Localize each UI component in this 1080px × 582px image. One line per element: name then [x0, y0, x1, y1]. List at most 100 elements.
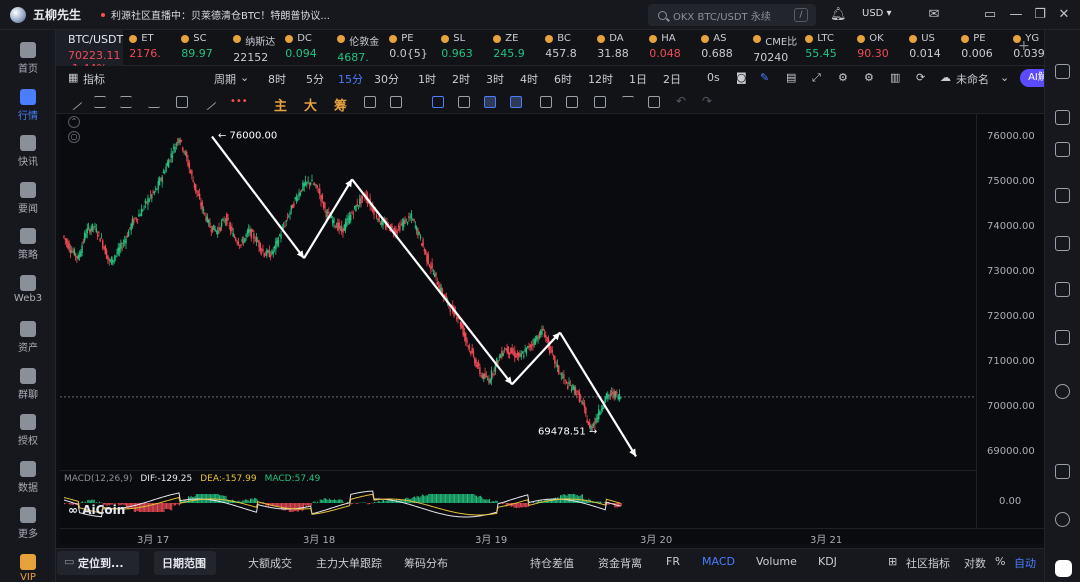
depth-icon[interactable] — [1055, 282, 1070, 297]
timeframe-7[interactable]: 4时 — [520, 71, 538, 87]
calculator-icon[interactable] — [1055, 142, 1070, 157]
bottom-tab-3[interactable]: 持仓差值 — [530, 555, 574, 571]
layout-icon[interactable]: ▤ — [786, 71, 796, 84]
timeframe-2[interactable]: 15分 — [338, 71, 363, 87]
timeframe-10[interactable]: 1日 — [629, 71, 647, 87]
layout-dropdown-icon[interactable]: ⌄ — [1000, 71, 1009, 84]
community-indicator-button[interactable]: 社区指标 — [906, 555, 950, 571]
timeframe-8[interactable]: 6时 — [554, 71, 572, 87]
bottom-tab-0[interactable]: 大额成交 — [248, 555, 292, 571]
close-icon[interactable]: ✕ — [1056, 7, 1072, 23]
settings-icon[interactable]: ⚙ — [838, 71, 848, 84]
percent-scale-button[interactable]: % — [995, 555, 1005, 568]
trendline-tool-icon[interactable] — [65, 93, 83, 111]
bottom-tab-8[interactable]: KDJ — [818, 555, 837, 568]
lock-icon[interactable] — [540, 96, 552, 108]
date-range-button[interactable]: 日期范围 — [162, 555, 206, 571]
watchlist-icon[interactable] — [1055, 64, 1070, 79]
horizontal-line-tool-icon[interactable] — [148, 96, 160, 108]
magnet-icon[interactable] — [364, 96, 376, 108]
sidebar-item-9[interactable]: 数据 — [0, 455, 56, 501]
sidebar-item-10[interactable]: 更多 — [0, 501, 56, 547]
timeframe-3[interactable]: 30分 — [374, 71, 399, 87]
bottom-tab-1[interactable]: 主力大单跟踪 — [316, 555, 382, 571]
ticker-item[interactable]: DA 31.88 — [591, 30, 643, 65]
ticker-item[interactable]: ZE 245.9 — [487, 30, 539, 65]
magic-icon[interactable] — [594, 96, 606, 108]
undo-icon[interactable]: ↶ — [676, 94, 686, 108]
locate-button[interactable]: 定位到... — [78, 555, 124, 571]
fullscreen-icon[interactable]: ⤢ — [812, 71, 821, 85]
community-indicator-icon[interactable]: ⊞ — [888, 555, 897, 568]
refresh-icon[interactable]: ⟳ — [916, 71, 925, 84]
ticker-item[interactable]: SC 89.97 — [175, 30, 227, 65]
grid-layout-icon[interactable]: ▥ — [890, 71, 900, 84]
bottom-tab-4[interactable]: 资金背离 — [598, 555, 642, 571]
period-button[interactable]: 周期 — [214, 71, 236, 87]
minimize-window-icon[interactable]: ▭ — [982, 7, 998, 23]
indicator-icon[interactable]: ▦ — [68, 71, 78, 84]
filter-icon[interactable] — [622, 96, 634, 108]
bottom-tab-2[interactable]: 筹码分布 — [404, 555, 448, 571]
fib-tool-icon[interactable] — [120, 96, 132, 108]
ticker-item[interactable]: BC 457.8 — [539, 30, 591, 65]
ticker-item[interactable]: 伦敦金 4687. — [331, 30, 383, 65]
period-dropdown-icon[interactable]: ⌄ — [240, 71, 249, 84]
sidebar-item-8[interactable]: 授权 — [0, 408, 56, 454]
ticker-main-btc[interactable]: BTC/USDT 70223.11 -1.44% — [56, 30, 124, 75]
delete-icon[interactable] — [648, 96, 660, 108]
timeframe-1[interactable]: 5分 — [306, 71, 324, 87]
bottom-tab-7[interactable]: Volume — [756, 555, 797, 568]
ticker-item[interactable]: DC 0.094 — [279, 30, 331, 65]
ticker-item[interactable]: ET 2176. — [123, 30, 175, 65]
ticker-item[interactable]: CME比 70240 — [747, 30, 799, 65]
timeframe-0[interactable]: 8时 — [268, 71, 286, 87]
bottom-tab-5[interactable]: FR — [666, 555, 680, 568]
multi-draw-icon[interactable] — [510, 96, 522, 108]
orderbook-icon[interactable] — [1055, 110, 1070, 125]
layout-name[interactable]: 未命名 — [956, 71, 989, 87]
sidebar-item-3[interactable]: 要闻 — [0, 176, 56, 222]
timeframe-6[interactable]: 3时 — [486, 71, 504, 87]
rectangle-tool-icon[interactable] — [176, 96, 188, 108]
ticker-item[interactable]: 纳斯达 22152 — [227, 30, 279, 65]
ticker-item[interactable]: LTC 55.45 — [799, 30, 851, 65]
ticker-item[interactable]: HA 0.048 — [643, 30, 695, 65]
live-broadcast-text[interactable]: 利源社区直播中：贝莱德清仓BTC！特朗普协议... — [111, 7, 330, 22]
ruler-icon[interactable] — [458, 96, 470, 108]
ticker-item[interactable]: US 0.014 — [903, 30, 955, 65]
mail-icon[interactable]: ✉ — [926, 7, 942, 23]
stats-icon[interactable] — [1055, 188, 1070, 203]
currency-selector[interactable]: USD ▾ — [862, 8, 892, 19]
timeframe-4[interactable]: 1时 — [418, 71, 436, 87]
timeframe-5[interactable]: 2时 — [452, 71, 470, 87]
sidebar-item-7[interactable]: 群聊 — [0, 362, 56, 408]
ticker-item[interactable]: OK 90.30 — [851, 30, 903, 65]
draw-mode-icon[interactable] — [484, 96, 496, 108]
sidebar-item-2[interactable]: 快讯 — [0, 129, 56, 175]
timeframe-11[interactable]: 2日 — [663, 71, 681, 87]
price-chart[interactable]: ← 76000.00 69478.51 → ⌃ ○ — [60, 114, 1044, 470]
sidebar-item-1[interactable]: 行情 — [0, 83, 56, 129]
timeframe-9[interactable]: 12时 — [588, 71, 613, 87]
bell-icon[interactable]: 🔔︎ — [830, 7, 847, 23]
pen-icon[interactable]: ✎ — [760, 71, 769, 84]
main-chip-button[interactable]: 主 — [274, 95, 287, 114]
brush-tool-icon[interactable] — [199, 93, 217, 111]
timeframe-12[interactable]: 0s — [707, 71, 720, 84]
restore-window-icon[interactable]: ❐ — [1032, 7, 1048, 23]
minimize-icon[interactable]: — — [1008, 7, 1024, 23]
sidebar-item-4[interactable]: 策略 — [0, 222, 56, 268]
collapse-icon[interactable]: ⌃ — [68, 116, 80, 128]
ticker-item[interactable]: SL 0.963 — [435, 30, 487, 65]
camera-icon[interactable]: ◙ — [736, 71, 747, 84]
crosshair-icon[interactable] — [432, 96, 444, 108]
headset-icon[interactable] — [1055, 512, 1070, 527]
search-input[interactable]: OKX BTC/USDT 永续 / — [648, 4, 816, 26]
add-ticker-icon[interactable]: + — [1018, 38, 1030, 54]
visibility-icon[interactable]: ○ — [68, 131, 80, 143]
ticker-item[interactable]: AS 0.688 — [695, 30, 747, 65]
dots-tool-icon[interactable]: ••• — [230, 96, 248, 108]
panel-layout-icon[interactable] — [1055, 464, 1070, 479]
robot-assistant-icon[interactable] — [1055, 560, 1072, 577]
